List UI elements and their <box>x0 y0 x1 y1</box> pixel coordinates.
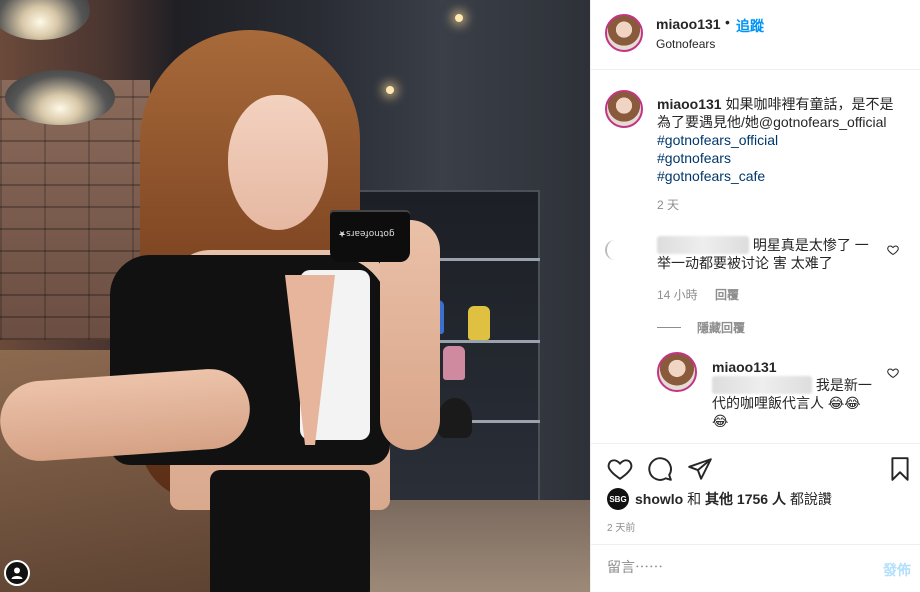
caption-time: 2 天 <box>657 198 680 212</box>
comment-like-icon[interactable] <box>887 244 899 256</box>
comment-icon[interactable] <box>647 456 673 482</box>
reply-button[interactable]: 回覆 <box>715 288 739 302</box>
action-bar: SBG showlo 和 其他 1756 人 都說讚 2 天前 發佈 <box>591 443 920 592</box>
hide-replies-button[interactable]: 隱藏回覆 <box>657 319 745 336</box>
face <box>228 95 328 230</box>
likes-summary: SBG showlo 和 其他 1756 人 都說讚 <box>607 488 832 510</box>
liker-avatar[interactable]: SBG <box>607 488 629 510</box>
caption: miaoo131 如果咖啡裡有童話，是不是為了要遇見他/她@gotnofears… <box>657 95 907 185</box>
toy-figure <box>443 346 465 380</box>
post-comment-button[interactable]: 發佈 <box>883 560 911 580</box>
location-link[interactable]: Gotnofears <box>656 37 715 51</box>
comment-time: 14 小時 <box>657 288 698 302</box>
reply-username[interactable]: miaoo131 <box>712 359 777 375</box>
separator-dot: • <box>725 14 730 30</box>
likes-count[interactable]: 其他 1756 人 <box>705 489 786 509</box>
ceiling-light <box>386 86 394 94</box>
follow-button[interactable]: 追蹤 <box>736 16 764 36</box>
cup-print: gotnofears★ <box>338 228 395 238</box>
comment-box: 發佈 <box>591 544 920 592</box>
likes-suffix: 都說讚 <box>789 491 832 507</box>
reply-avatar[interactable] <box>657 352 697 392</box>
header-username[interactable]: miaoo131 <box>656 16 721 32</box>
bookmark-icon[interactable] <box>887 456 913 482</box>
comment-meta: 14 小時 回覆 <box>657 286 753 303</box>
blurred-mention: xxxxxxxxxx <box>712 376 812 394</box>
post-timestamp: 2 天前 <box>607 523 636 534</box>
shorts <box>210 470 370 592</box>
comment-input[interactable] <box>607 559 857 575</box>
tagged-user-icon[interactable] <box>4 560 30 586</box>
ceiling-light <box>455 14 463 22</box>
toy-figure <box>468 306 490 340</box>
liker-username[interactable]: showlo <box>635 491 683 507</box>
share-icon[interactable] <box>687 456 713 482</box>
post-header: miaoo131 • 追蹤 Gotnofears <box>591 0 920 70</box>
blurred-avatar <box>605 240 617 260</box>
comment: xxxxxxxxx 明星真是太惨了 一举一动都要被讨论 害 太难了 <box>657 236 877 272</box>
heart-icon[interactable] <box>607 456 633 482</box>
post-photo[interactable]: gotnofears★ <box>0 0 590 592</box>
post-panel: miaoo131 • 追蹤 Gotnofears miaoo131 如果咖啡裡有… <box>590 0 920 592</box>
caption-username[interactable]: miaoo131 <box>657 96 722 112</box>
divider-line <box>657 327 681 328</box>
pendant-lamp <box>5 70 115 125</box>
blurred-username: xxxxxxxxx <box>657 236 749 254</box>
hashtag-link[interactable]: #gotnofears_cafe <box>657 167 907 185</box>
pendant-lamp <box>0 0 90 40</box>
hashtag-link[interactable]: #gotnofears <box>657 149 907 167</box>
hide-replies-label: 隱藏回覆 <box>697 321 746 335</box>
likes-joiner: 和 <box>687 491 702 507</box>
toy-figure <box>438 398 472 438</box>
avatar[interactable] <box>605 14 643 52</box>
reply-text: xxxxxxxxxx 我是新一代的咖哩飯代言人 😂😂😂 <box>712 376 872 430</box>
hashtag-link[interactable]: #gotnofears_official <box>657 131 907 149</box>
caption-avatar[interactable] <box>605 90 643 128</box>
reply-like-icon[interactable] <box>887 367 899 379</box>
